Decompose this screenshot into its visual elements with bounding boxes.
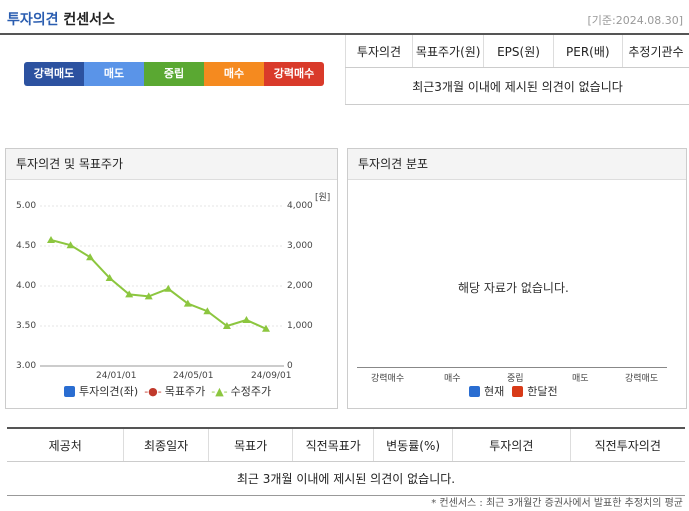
col-provider: 제공처 [7, 427, 125, 462]
right-panel-title: 투자의견 분포 [348, 149, 686, 180]
legend-opinion-swatch [64, 385, 75, 397]
legend-adjusted-marker-icon: -▲- [211, 384, 228, 398]
legend-current: 현재 [484, 385, 505, 398]
providers-empty-message: 최근 3개월 이내에 제시된 의견이 없습니다. [7, 461, 685, 496]
adjusted-price-point [242, 316, 251, 323]
footnote: * 컨센서스 : 최근 3개월간 증권사에서 발표한 추정치의 평균 [431, 498, 683, 509]
legend-opinion: 투자의견(좌) [79, 385, 139, 398]
dist-category: 매수 [444, 374, 461, 384]
col-prev-target: 직전목표가 [292, 427, 375, 462]
distribution-empty-message: 해당 자료가 없습니다. [458, 281, 569, 295]
col-prev-opinion: 직전투자의견 [570, 427, 685, 462]
adjusted-price-line [50, 239, 267, 330]
legend-target: 목표주가 [164, 385, 206, 398]
adjusted-price-point [47, 236, 55, 243]
col-last-date: 최종일자 [123, 427, 209, 462]
left-legend: 투자의견(좌) -●- 목표주가 -▲- 수정주가 [64, 383, 271, 399]
distribution-axis [357, 367, 667, 368]
legend-current-swatch [469, 385, 480, 397]
col-change-rate: 변동률(%) [373, 427, 454, 462]
legend-target-marker-icon: -●- [144, 384, 162, 398]
right-legend: 현재 한달전 [469, 383, 558, 399]
adjusted-price-point [86, 253, 95, 261]
dist-category: 강력매수 [371, 374, 405, 384]
col-opinion: 투자의견 [452, 427, 571, 462]
legend-month-ago: 한달전 [527, 385, 558, 398]
dist-category: 매도 [572, 374, 589, 384]
legend-month-ago-swatch [512, 385, 524, 397]
providers-table: 제공처 최종일자 목표가 직전목표가 변동률(%) 투자의견 직전투자의견 최근… [7, 427, 685, 496]
legend-adjusted: 수정주가 [230, 385, 272, 398]
col-target: 목표가 [208, 427, 294, 462]
dist-category: 강력매도 [625, 374, 659, 384]
